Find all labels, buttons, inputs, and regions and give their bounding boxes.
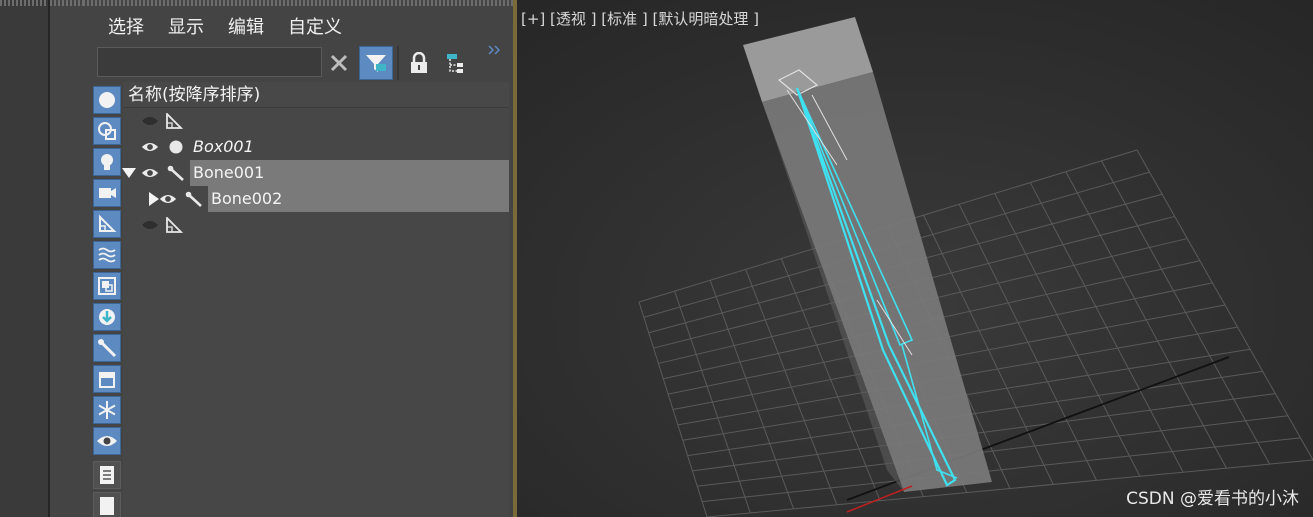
explorer-toolbar bbox=[83, 44, 513, 80]
clear-search-button[interactable] bbox=[322, 46, 356, 80]
filter-geometry-button[interactable] bbox=[93, 86, 121, 114]
filter-icon-column bbox=[93, 86, 121, 517]
filter-groups-button[interactable] bbox=[93, 272, 121, 300]
tree-row[interactable] bbox=[123, 212, 509, 238]
tree-row[interactable] bbox=[123, 108, 509, 134]
expand-chevron-icon bbox=[488, 45, 501, 55]
viewport-label[interactable]: [+] [透视 ] [标准 ] [默认明暗处理 ] bbox=[521, 8, 759, 29]
helper-icon bbox=[166, 217, 183, 233]
sphere-icon bbox=[99, 92, 115, 108]
filter-containers-button[interactable] bbox=[93, 365, 121, 393]
clear-x-icon bbox=[330, 54, 348, 72]
hidden-eye-icon[interactable] bbox=[141, 113, 159, 129]
group-icon bbox=[98, 277, 116, 295]
lock-icon bbox=[411, 52, 427, 73]
viewport-scene bbox=[517, 0, 1313, 517]
helper-icon bbox=[166, 113, 183, 129]
hierarchy-button[interactable] bbox=[438, 46, 472, 80]
visibility-eye-icon[interactable] bbox=[141, 165, 159, 181]
tree-row[interactable]: Box001 bbox=[123, 134, 509, 160]
menu-display[interactable]: 显示 bbox=[156, 14, 216, 42]
watermark-text: CSDN @爱看书的小沐 bbox=[1126, 489, 1299, 509]
document-icon bbox=[100, 466, 114, 484]
filter-cameras-button[interactable] bbox=[93, 179, 121, 207]
shapes-icon bbox=[98, 122, 116, 140]
lock-button[interactable] bbox=[402, 46, 436, 80]
perspective-viewport[interactable]: [+] [透视 ] [标准 ] [默认明暗处理 ] CSDN @爱看书的小沐 bbox=[517, 0, 1313, 517]
freeze-icon bbox=[98, 401, 116, 419]
collapse-triangle-icon[interactable] bbox=[122, 167, 136, 179]
search-input[interactable] bbox=[97, 47, 322, 77]
scene-tree: 名称(按降序排序) Box001 Bone001 Bone002 bbox=[122, 82, 509, 517]
filter-helpers-button[interactable] bbox=[93, 210, 121, 238]
bone-icon bbox=[185, 191, 202, 207]
filter-shapes-button[interactable] bbox=[93, 117, 121, 145]
bone-icon bbox=[167, 165, 184, 181]
blank-icon bbox=[100, 497, 114, 515]
tree-row-selected[interactable]: Bone002 bbox=[123, 186, 509, 212]
filter-funnel-icon bbox=[366, 55, 386, 72]
filter-document-button[interactable] bbox=[93, 461, 121, 489]
menu-edit[interactable]: 编辑 bbox=[216, 14, 276, 42]
left-side-panel bbox=[0, 0, 50, 517]
scene-explorer: 选择 显示 编辑 自定义 名称(按降序排序) Box001 Bone001 Bo… bbox=[83, 0, 513, 517]
tree-row-label: Bone002 bbox=[211, 189, 283, 208]
container-icon bbox=[99, 372, 115, 388]
explorer-menubar: 选择 显示 编辑 自定义 bbox=[83, 14, 354, 42]
camera-icon bbox=[99, 188, 116, 198]
visibility-eye-icon[interactable] bbox=[141, 139, 159, 155]
tree-column-header[interactable]: 名称(按降序排序) bbox=[123, 82, 509, 108]
filter-xrefs-button[interactable] bbox=[93, 303, 121, 331]
menu-select[interactable]: 选择 bbox=[83, 14, 156, 42]
helper-icon bbox=[99, 214, 117, 232]
light-bulb-icon bbox=[101, 154, 113, 170]
visibility-eye-icon[interactable] bbox=[159, 191, 177, 207]
visibility-eye-icon bbox=[97, 436, 117, 446]
spacewarp-icon bbox=[98, 247, 116, 263]
hierarchy-icon bbox=[447, 54, 463, 73]
hidden-eye-icon[interactable] bbox=[141, 217, 159, 233]
filter-hidden-button[interactable] bbox=[93, 427, 121, 455]
tree-row-label: Bone001 bbox=[193, 163, 265, 182]
sphere-icon bbox=[169, 140, 183, 154]
panel-gap bbox=[50, 0, 83, 517]
filter-bones-button[interactable] bbox=[93, 334, 121, 362]
menu-customize[interactable]: 自定义 bbox=[276, 14, 354, 42]
tree-row-selected[interactable]: Bone001 bbox=[122, 160, 509, 186]
filter-lights-button[interactable] bbox=[93, 148, 121, 176]
expand-toolbar-button[interactable] bbox=[483, 40, 507, 60]
filter-blank-button[interactable] bbox=[93, 492, 121, 517]
xref-icon bbox=[99, 309, 115, 325]
tree-row-label: Box001 bbox=[193, 137, 254, 156]
filter-frozen-button[interactable] bbox=[93, 396, 121, 424]
bone-icon bbox=[98, 339, 117, 358]
filter-spacewarps-button[interactable] bbox=[93, 241, 121, 269]
filter-toggle-button[interactable] bbox=[359, 46, 393, 80]
